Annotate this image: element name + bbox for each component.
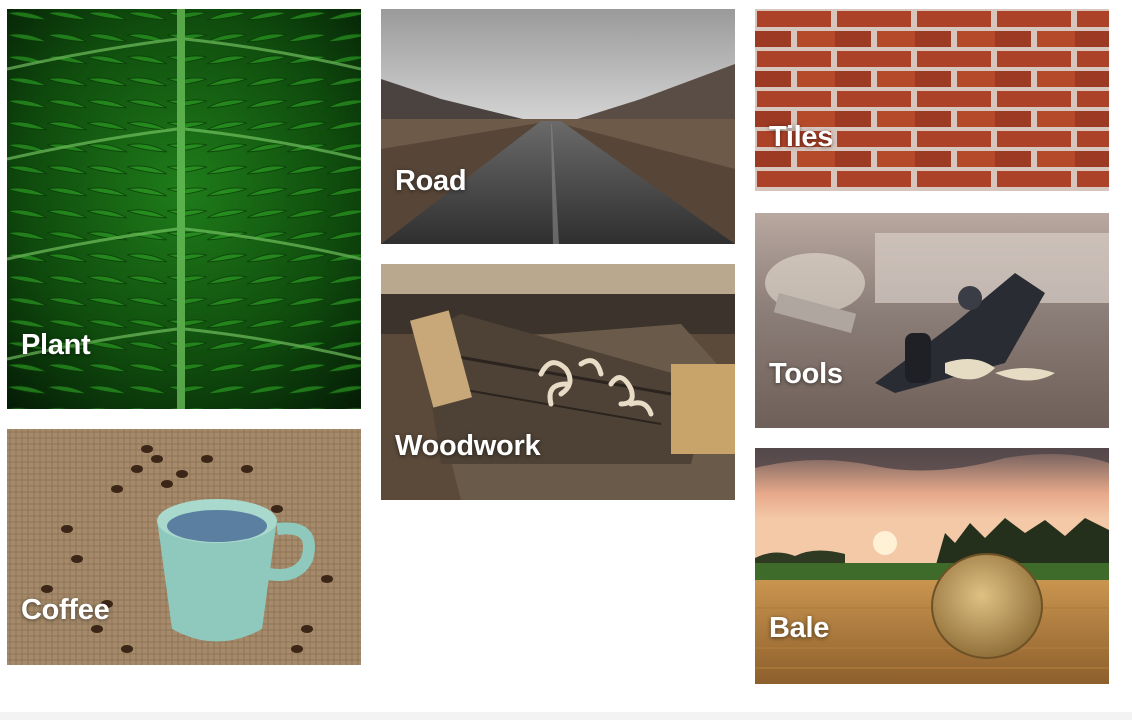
footer-strip [0, 712, 1132, 720]
tile-caption: Tiles [769, 121, 834, 153]
tile-caption: Bale [769, 612, 830, 644]
gallery-tile-road[interactable]: Road [381, 9, 735, 244]
gallery-tile-tools[interactable]: Tools [755, 213, 1109, 428]
tile-caption: Road [395, 165, 467, 197]
gallery-tile-bale[interactable]: Bale [755, 448, 1109, 684]
gallery-tile-plant[interactable]: Plant [7, 9, 361, 409]
tile-caption: Coffee [21, 594, 110, 626]
hay-bale-image [755, 448, 1109, 684]
woodwork-image [381, 264, 735, 500]
tile-caption: Plant [21, 329, 91, 361]
tools-image [755, 213, 1109, 428]
gallery-tile-coffee[interactable]: Coffee [7, 429, 361, 665]
tile-caption: Woodwork [395, 430, 541, 462]
gallery-tile-woodwork[interactable]: Woodwork [381, 264, 735, 500]
road-image [381, 9, 735, 244]
coffee-image [7, 429, 361, 665]
brick-wall-image [755, 9, 1109, 191]
tile-caption: Tools [769, 358, 843, 390]
gallery-tile-tiles[interactable]: Tiles [755, 9, 1109, 191]
image-gallery: Plant Road Tiles Woodwork Tools Coffee B… [0, 0, 1132, 712]
